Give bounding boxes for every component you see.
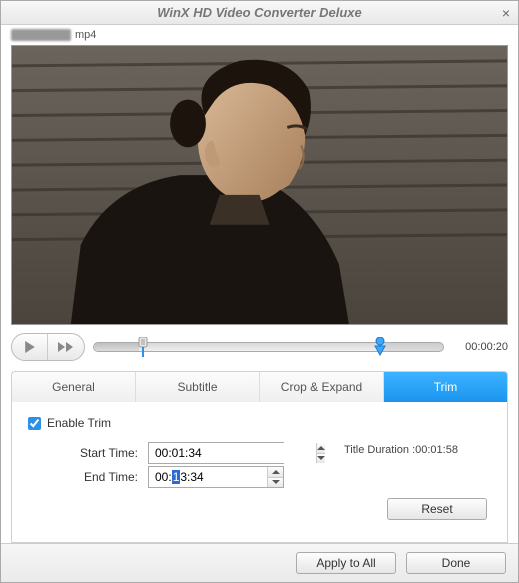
playback-controls: 00:00:20 bbox=[1, 325, 518, 367]
start-time-label: Start Time: bbox=[28, 446, 148, 460]
video-preview[interactable] bbox=[11, 45, 508, 325]
play-button[interactable] bbox=[12, 334, 48, 360]
filename-bar: mp4 bbox=[1, 25, 518, 45]
end-time-up[interactable] bbox=[268, 467, 283, 478]
current-time: 00:00:20 bbox=[452, 341, 508, 353]
apply-to-all-button[interactable]: Apply to All bbox=[296, 552, 396, 574]
filename-ext: mp4 bbox=[75, 29, 96, 41]
seek-track[interactable] bbox=[93, 333, 444, 361]
start-time-down[interactable] bbox=[317, 454, 325, 464]
reset-button[interactable]: Reset bbox=[387, 498, 487, 520]
start-time-spinner[interactable] bbox=[148, 442, 284, 464]
tab-trim[interactable]: Trim bbox=[384, 372, 507, 402]
play-button-group bbox=[11, 333, 85, 361]
tab-crop-expand[interactable]: Crop & Expand bbox=[260, 372, 384, 402]
close-icon[interactable]: × bbox=[502, 5, 510, 21]
end-time-row: End Time: 00:13:34 bbox=[28, 466, 491, 488]
dialog-footer: Apply to All Done bbox=[1, 543, 518, 582]
enable-trim-label: Enable Trim bbox=[47, 416, 111, 430]
tab-general[interactable]: General bbox=[12, 372, 136, 402]
enable-trim-row[interactable]: Enable Trim bbox=[28, 416, 491, 430]
seek-fill bbox=[94, 343, 139, 351]
fast-forward-button[interactable] bbox=[48, 334, 84, 360]
seek-tail bbox=[380, 343, 443, 351]
end-time-spinner[interactable]: 00:13:34 bbox=[148, 466, 284, 488]
start-time-up[interactable] bbox=[317, 443, 325, 454]
titlebar: WinX HD Video Converter Deluxe × bbox=[1, 1, 518, 25]
dialog-window: WinX HD Video Converter Deluxe × mp4 bbox=[0, 0, 519, 583]
end-time-input[interactable]: 00:13:34 bbox=[149, 467, 267, 487]
window-title: WinX HD Video Converter Deluxe bbox=[157, 5, 362, 20]
trim-start-handle[interactable] bbox=[136, 337, 150, 357]
done-button[interactable]: Done bbox=[406, 552, 506, 574]
end-time-label: End Time: bbox=[28, 470, 148, 484]
trim-end-handle[interactable] bbox=[373, 337, 387, 357]
end-time-down[interactable] bbox=[268, 478, 283, 488]
start-time-input[interactable] bbox=[149, 443, 316, 463]
enable-trim-checkbox[interactable] bbox=[28, 417, 41, 430]
trim-panel: Enable Trim Start Time: Title Duration :… bbox=[11, 402, 508, 543]
tabs: General Subtitle Crop & Expand Trim bbox=[11, 371, 508, 402]
tab-subtitle[interactable]: Subtitle bbox=[136, 372, 260, 402]
filename-redacted bbox=[11, 29, 71, 41]
title-duration: Title Duration :00:01:58 bbox=[344, 444, 491, 456]
